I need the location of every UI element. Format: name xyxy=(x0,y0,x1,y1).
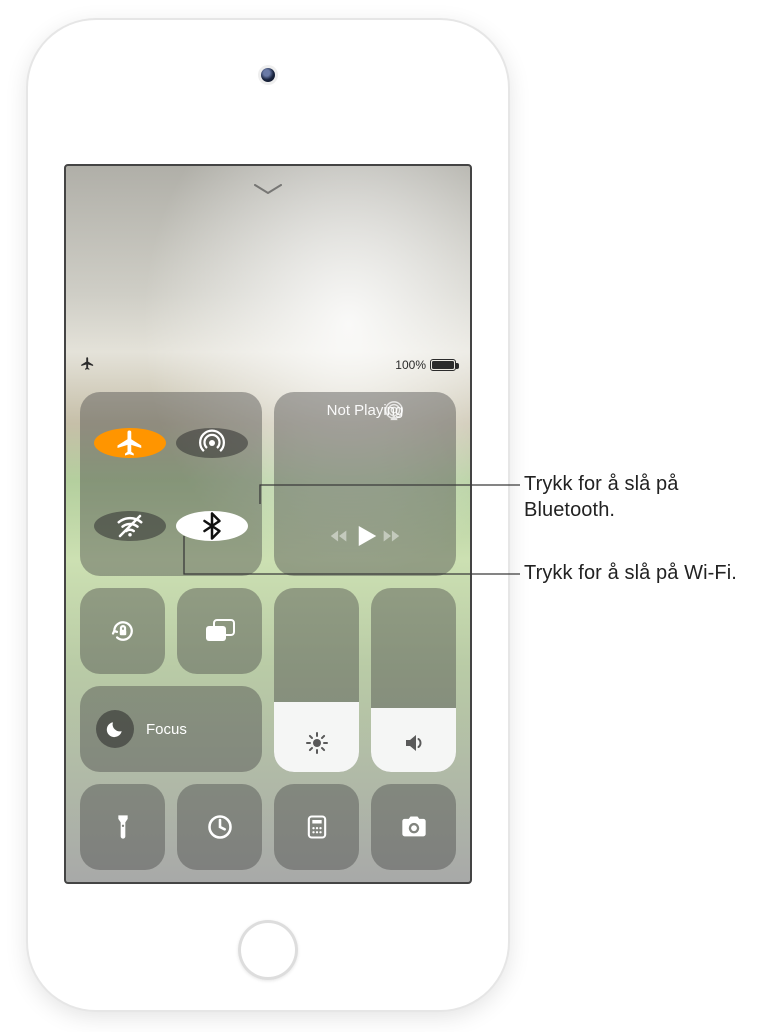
callout-wifi: Trykk for å slå på Wi-Fi. xyxy=(524,561,748,587)
callout-bluetooth: Trykk for å slå på Bluetooth. xyxy=(524,472,748,523)
